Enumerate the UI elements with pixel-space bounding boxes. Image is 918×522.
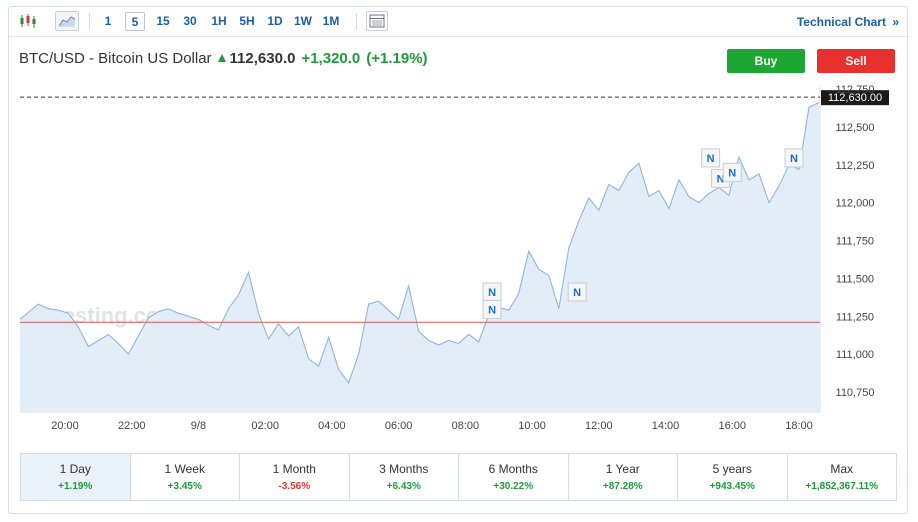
news-marker-label: N [707, 153, 715, 165]
period-change: +3.45% [167, 481, 202, 492]
chart-widget: 1 5 15 30 1H 5H 1D 1W 1M Technical Chart » BTC/U… [8, 6, 909, 514]
y-tick-label: 111,750 [836, 236, 874, 248]
x-tick-label: 14:00 [652, 420, 680, 432]
period-label: Max [830, 462, 854, 476]
period-label: 1 Month [272, 462, 316, 476]
period-tab[interactable]: 1 Day +1.19% [21, 454, 131, 500]
x-tick-label: 10:00 [518, 420, 546, 432]
x-tick-label: 18:00 [785, 420, 813, 432]
period-change: +6.43% [386, 481, 421, 492]
x-tick-label: 12:00 [585, 420, 613, 432]
x-tick-label: 06:00 [385, 420, 413, 432]
news-marker-label: N [488, 304, 496, 316]
y-tick-label: 112,750 [836, 84, 875, 96]
period-change: -3.56% [278, 481, 311, 492]
x-tick-label: 16:00 [719, 420, 747, 432]
period-tab[interactable]: 3 Months +6.43% [350, 454, 459, 500]
x-tick-label: 22:00 [118, 420, 146, 432]
y-tick-label: 110,750 [836, 387, 875, 399]
period-change: +30.22% [493, 481, 534, 492]
period-label: 3 Months [379, 462, 429, 476]
y-tick-label: 111,250 [836, 311, 874, 323]
period-label: 5 years [712, 462, 752, 476]
y-tick-label: 111,500 [836, 273, 874, 285]
period-change: +87.28% [602, 481, 643, 492]
period-tab[interactable]: 6 Months +30.22% [459, 454, 569, 500]
period-tab[interactable]: 1 Week +3.45% [131, 454, 240, 500]
y-tick-label: 112,500 [836, 122, 875, 134]
performance-periods: 1 Day +1.19% 1 Week +3.45% 1 Month -3.56% 3 Mo… [20, 453, 897, 501]
period-label: 1 Day [59, 462, 91, 476]
period-label: 1 Week [164, 462, 205, 476]
period-change: +943.45% [709, 481, 755, 492]
x-tick-label: 08:00 [452, 420, 480, 432]
period-tab[interactable]: 1 Year +87.28% [569, 454, 678, 500]
period-tab[interactable]: 5 years +943.45% [678, 454, 788, 500]
news-marker-label: N [573, 287, 581, 299]
news-marker-label: N [728, 167, 736, 179]
period-change: +1.19% [58, 481, 93, 492]
period-tab[interactable]: Max +1,852,367.11% [788, 454, 897, 500]
x-tick-label: 9/8 [191, 420, 206, 432]
y-tick-label: 112,250 [836, 160, 875, 172]
x-tick-label: 02:00 [251, 420, 279, 432]
y-tick-label: 111,000 [836, 349, 874, 361]
period-tab[interactable]: 1 Month -3.56% [240, 454, 350, 500]
price-area [20, 102, 819, 412]
x-tick-label: 04:00 [318, 420, 346, 432]
x-tick-label: 20:00 [51, 420, 79, 432]
period-label: 1 Year [605, 462, 640, 476]
news-marker-label: N [488, 287, 496, 299]
y-tick-label: 112,000 [836, 198, 875, 210]
news-marker-label: N [790, 153, 798, 165]
price-chart[interactable]: Investing.com112,630.00112,750112,500112… [9, 7, 909, 447]
period-label: 6 Months [488, 462, 538, 476]
period-change: +1,852,367.11% [805, 481, 879, 492]
